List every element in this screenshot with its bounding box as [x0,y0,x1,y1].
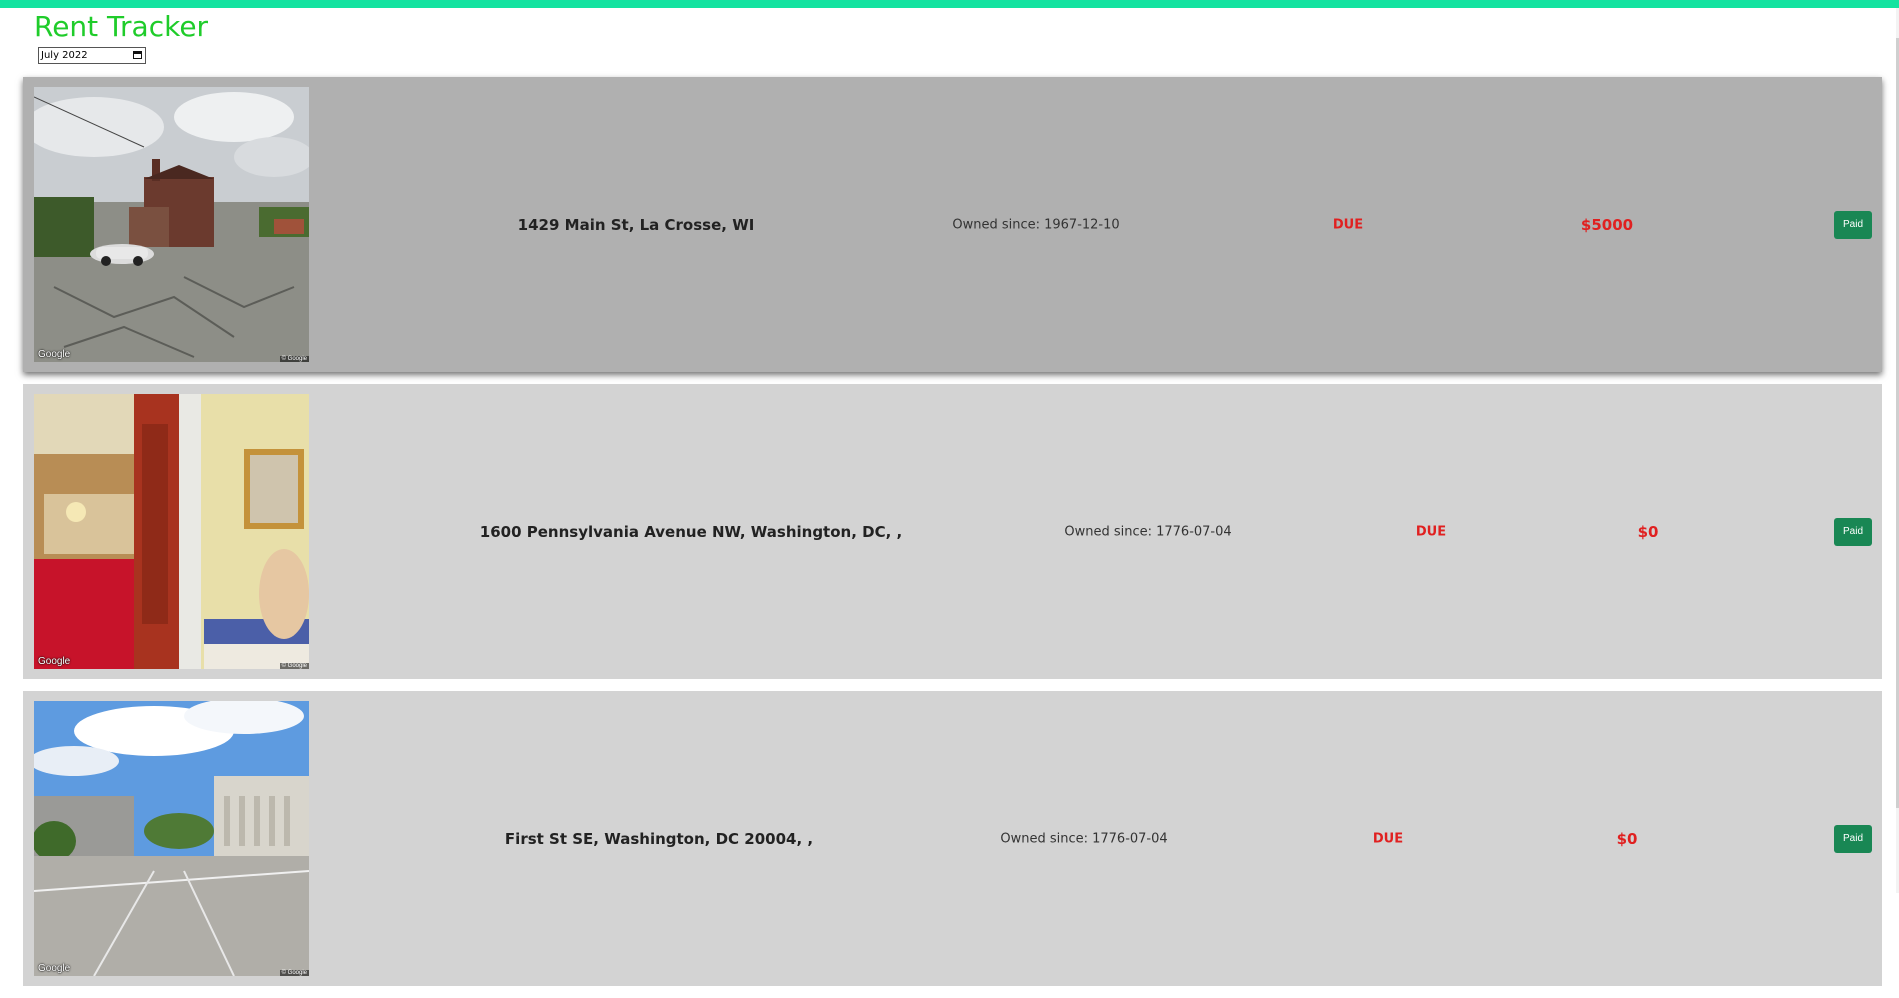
image-brand-label: Google [38,349,71,360]
property-card[interactable]: Google © Google First St SE, Washington,… [23,691,1882,986]
property-photo: Google © Google [34,394,309,669]
property-list: Google © Google 1429 Main St, La Crosse,… [23,77,1882,998]
app-title: Rent Tracker [34,10,209,43]
top-accent-bar [0,0,1899,8]
status-badge: DUE [1372,831,1404,846]
image-copyright-label: © Google [279,970,309,976]
rent-amount: $0 [1637,522,1659,541]
image-copyright-label: © Google [279,663,309,669]
status-badge: DUE [1332,217,1364,232]
owned-since: Owned since: 1776-07-04 [1000,831,1168,846]
property-card[interactable]: Google © Google 1429 Main St, La Crosse,… [23,77,1882,372]
image-copyright-label: © Google [279,356,309,362]
owned-since: Owned since: 1967-12-10 [952,217,1120,232]
image-brand-label: Google [38,656,71,667]
property-card[interactable]: Google © Google 1600 Pennsylvania Avenue… [23,384,1882,679]
owned-since: Owned since: 1776-07-04 [1064,524,1232,539]
month-picker-value: July 2022 [41,50,88,61]
property-address: First St SE, Washington, DC 20004, , [504,829,814,848]
rent-amount: $5000 [1580,215,1634,234]
status-badge: DUE [1415,524,1447,539]
paid-button[interactable]: Paid [1834,210,1872,239]
calendar-icon[interactable] [133,51,142,59]
paid-button[interactable]: Paid [1834,824,1872,853]
paid-button[interactable]: Paid [1834,517,1872,546]
month-picker[interactable]: July 2022 [38,47,146,64]
property-photo: Google © Google [34,701,309,976]
rent-amount: $0 [1616,829,1638,848]
image-brand-label: Google [38,963,71,974]
property-address: 1600 Pennsylvania Avenue NW, Washington,… [479,522,903,541]
property-photo: Google © Google [34,87,309,362]
property-address: 1429 Main St, La Crosse, WI [517,215,755,234]
